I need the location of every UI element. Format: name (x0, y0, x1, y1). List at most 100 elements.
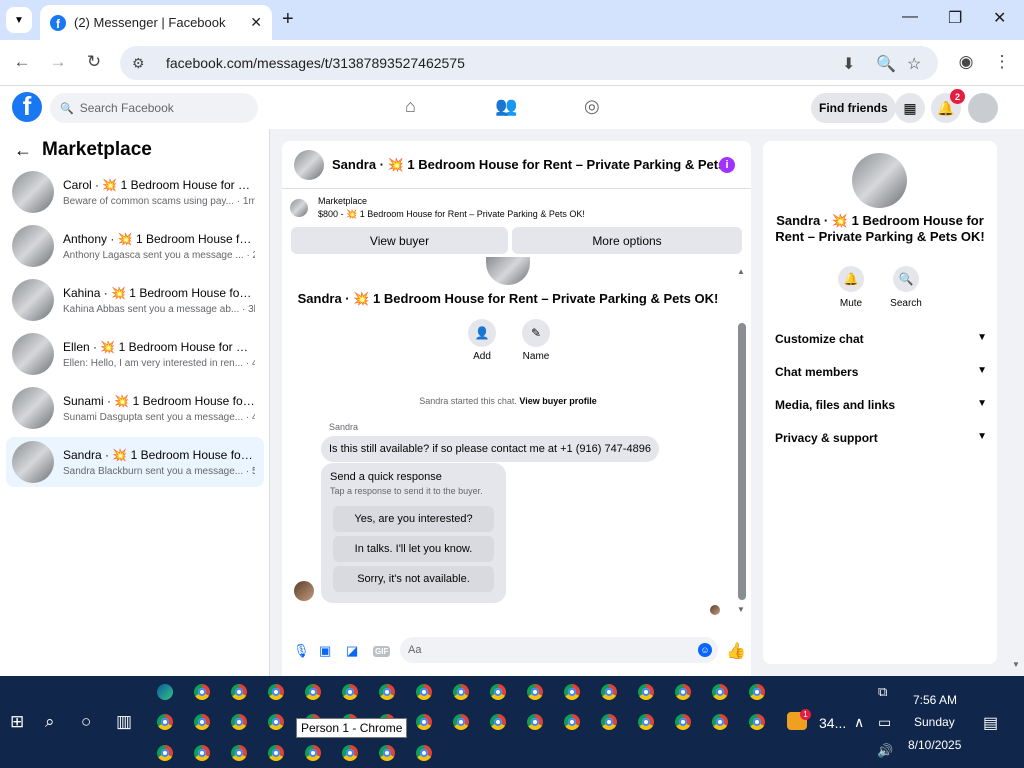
minimize-button[interactable]: — (902, 8, 918, 26)
back-arrow-icon[interactable]: ← (14, 140, 32, 161)
chrome-app-icon[interactable] (194, 684, 210, 700)
chrome-app-icon[interactable] (194, 745, 210, 761)
view-buyer-button[interactable]: View buyer (291, 227, 508, 254)
chrome-app-icon[interactable] (564, 684, 580, 700)
chrome-app-icon[interactable] (231, 745, 247, 761)
tab-search-button[interactable]: ▼ (6, 7, 32, 33)
chrome-app-icon[interactable] (453, 714, 469, 730)
close-window-button[interactable]: ✕ (993, 8, 1006, 28)
chrome-app-icon[interactable] (416, 684, 432, 700)
listing-summary[interactable]: Marketplace $800 - 💥 1 Bedroom House for… (290, 195, 585, 221)
sticker-icon[interactable]: ◪ (346, 643, 358, 659)
browser-tab[interactable]: f (2) Messenger | Facebook ✕ (40, 5, 272, 40)
sender-avatar[interactable] (294, 581, 314, 601)
add-action[interactable]: 👤 Add (457, 319, 507, 362)
emoji-icon[interactable]: ☺ (698, 643, 712, 657)
chrome-app-icon[interactable] (527, 714, 543, 730)
reload-icon[interactable]: ↻ (83, 52, 105, 72)
tray-app-icon[interactable]: ⧉ (878, 684, 887, 700)
facebook-logo-icon[interactable]: f (12, 92, 42, 122)
chrome-app-icon[interactable] (638, 684, 654, 700)
gif-icon[interactable]: GIF (373, 646, 391, 657)
conversation-item[interactable]: Sunami · 💥 1 Bedroom House for ... Sunam… (6, 383, 264, 433)
weather-text[interactable]: 34... (819, 715, 846, 731)
restore-button[interactable]: ❐ (948, 8, 962, 28)
chrome-app-icon[interactable] (712, 684, 728, 700)
chat-title[interactable]: Sandra · 💥 1 Bedroom House for Rent – Pr… (332, 157, 732, 173)
chrome-app-icon[interactable] (638, 714, 654, 730)
conversation-item[interactable]: Ellen · 💥 1 Bedroom House for Re... Elle… (6, 329, 264, 379)
thumbs-up-icon[interactable]: 👍 (726, 641, 746, 661)
chat-listing-thumbnail[interactable] (294, 149, 324, 180)
bookmark-star-icon[interactable]: ☆ (907, 54, 921, 74)
profile-icon[interactable]: ◉ (955, 52, 977, 72)
page-scroll-down-icon[interactable]: ▼ (1012, 660, 1020, 669)
chrome-app-icon[interactable] (601, 684, 617, 700)
quick-response-button[interactable]: Sorry, it's not available. (333, 566, 494, 592)
menu-dots-icon[interactable]: ⋮ (991, 52, 1013, 72)
search-icon[interactable]: ⌕ (45, 712, 55, 732)
windows-start-icon[interactable]: ⊞ (10, 712, 24, 732)
more-options-button[interactable]: More options (512, 227, 742, 254)
scroll-up-arrow-icon[interactable]: ▲ (737, 267, 745, 276)
clock-day[interactable]: Sunday (914, 715, 955, 729)
chat-scrollbar[interactable] (738, 323, 746, 600)
groups-icon[interactable]: ◎ (584, 96, 600, 117)
find-friends-button[interactable]: Find friends (811, 93, 896, 123)
chrome-app-icon[interactable] (157, 745, 173, 761)
cortana-icon[interactable]: ○ (81, 712, 91, 732)
chrome-app-icon[interactable] (712, 714, 728, 730)
address-bar[interactable]: ⚙ facebook.com/messages/t/31387893527462… (120, 46, 938, 80)
message-input[interactable]: Aa ☺ (400, 637, 718, 663)
chrome-app-icon[interactable] (231, 684, 247, 700)
notification-center-icon[interactable]: ▤ (983, 713, 998, 733)
chrome-app-icon[interactable] (675, 684, 691, 700)
conversation-item[interactable]: Anthony · 💥 1 Bedroom House fo... Anthon… (6, 221, 264, 271)
facebook-search-input[interactable]: 🔍 Search Facebook (50, 93, 258, 123)
chrome-app-icon[interactable] (749, 684, 765, 700)
chrome-app-icon[interactable] (342, 745, 358, 761)
home-icon[interactable]: ⌂ (405, 96, 416, 117)
view-buyer-profile-link[interactable]: View buyer profile (519, 396, 596, 406)
chat-members-section[interactable]: Chat members ▼ (775, 365, 987, 379)
chrome-app-icon[interactable] (231, 714, 247, 730)
clock-date[interactable]: 8/10/2025 (908, 738, 961, 752)
chrome-app-icon[interactable] (268, 684, 284, 700)
photo-icon[interactable]: ▣ (319, 643, 331, 659)
install-app-icon[interactable]: ⬇ (842, 54, 855, 74)
info-icon[interactable]: i (719, 157, 735, 173)
back-arrow-icon[interactable]: ← (11, 52, 33, 72)
task-view-icon[interactable]: ▥ (116, 712, 132, 732)
microphone-icon[interactable]: 🎙 (293, 643, 310, 659)
menu-grid-icon[interactable]: ▦ (895, 93, 925, 123)
tray-chevron-icon[interactable]: ∧ (854, 714, 864, 731)
chrome-app-icon[interactable] (601, 714, 617, 730)
tab-close-icon[interactable]: ✕ (250, 14, 262, 31)
name-action[interactable]: ✎ Name (511, 319, 561, 362)
quick-response-button[interactable]: In talks. I'll let you know. (333, 536, 494, 562)
account-avatar[interactable] (968, 93, 998, 123)
url-text[interactable]: facebook.com/messages/t/3138789352746257… (166, 55, 465, 71)
chrome-app-icon[interactable] (564, 714, 580, 730)
chrome-app-icon[interactable] (379, 684, 395, 700)
chrome-app-icon[interactable] (268, 745, 284, 761)
chrome-app-icon[interactable] (490, 714, 506, 730)
scroll-down-arrow-icon[interactable]: ▼ (737, 605, 745, 614)
conversation-item[interactable]: Kahina · 💥 1 Bedroom House for ... Kahin… (6, 275, 264, 325)
edge-browser-icon[interactable] (157, 684, 173, 700)
mute-action[interactable]: 🔔 Mute (826, 266, 876, 309)
customize-chat-section[interactable]: Customize chat ▼ (775, 332, 987, 346)
chrome-app-icon[interactable] (379, 745, 395, 761)
conversation-item-active[interactable]: Sandra · 💥 1 Bedroom House for ... Sandr… (6, 437, 264, 487)
chrome-app-icon[interactable] (453, 684, 469, 700)
chrome-app-icon[interactable] (268, 714, 284, 730)
chrome-app-icon[interactable] (675, 714, 691, 730)
chrome-app-icon[interactable] (157, 714, 173, 730)
media-files-links-section[interactable]: Media, files and links ▼ (775, 398, 987, 412)
chrome-app-icon[interactable] (527, 684, 543, 700)
zoom-icon[interactable]: 🔍 (876, 54, 896, 74)
new-tab-button[interactable]: + (282, 8, 294, 30)
network-icon[interactable]: ▭ (878, 714, 891, 731)
search-action[interactable]: 🔍 Search (881, 266, 931, 309)
chrome-app-icon[interactable] (305, 684, 321, 700)
